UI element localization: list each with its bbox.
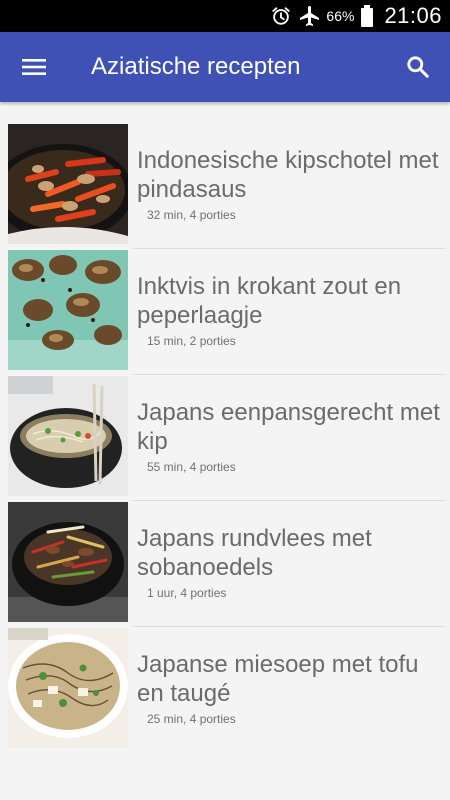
status-bar: 66% 21:06: [0, 0, 450, 32]
recipe-title: Japans rundvlees met sobanoedels: [137, 525, 372, 581]
battery-icon: [360, 4, 374, 28]
recipe-thumbnail: [8, 124, 128, 244]
search-icon: [407, 56, 429, 78]
recipe-thumbnail: [8, 502, 128, 622]
menu-button[interactable]: [14, 47, 54, 87]
battery-percentage: 66%: [326, 8, 355, 24]
recipe-title: Japans eenpansgerecht met kip: [137, 399, 440, 455]
divider: [133, 374, 445, 375]
recipe-title: Inktvis in krokant zout en peperlaagje: [137, 273, 402, 329]
recipe-item[interactable]: Inktvis in krokant zout en peperlaagje 1…: [8, 250, 445, 375]
divider: [133, 626, 445, 627]
airplane-mode-icon: [298, 4, 322, 28]
recipe-thumbnail: [8, 250, 128, 370]
recipe-title: Japanse miesoep met tofu en taugé: [137, 651, 419, 707]
recipe-thumbnail: [8, 376, 128, 496]
page-title: Aziatische recepten: [91, 53, 301, 80]
hamburger-menu-icon: [22, 59, 46, 75]
recipe-item[interactable]: Japanse miesoep met tofu en taugé 25 min…: [8, 628, 445, 753]
status-icons: 66% 21:06: [264, 0, 442, 32]
recipe-meta: 32 min, 4 porties: [147, 208, 236, 222]
recipe-meta: 1 uur, 4 porties: [147, 586, 227, 600]
clock: 21:06: [384, 3, 442, 28]
divider: [133, 248, 445, 249]
alarm-icon: [270, 5, 292, 27]
divider: [133, 500, 445, 501]
recipe-title: Indonesische kipschotel met pindasaus: [137, 147, 439, 203]
recipe-meta: 15 min, 2 porties: [147, 334, 236, 348]
recipe-meta: 25 min, 4 porties: [147, 712, 236, 726]
recipe-item[interactable]: Japans eenpansgerecht met kip 55 min, 4 …: [8, 376, 445, 501]
search-button[interactable]: [398, 47, 438, 87]
recipe-meta: 55 min, 4 porties: [147, 460, 236, 474]
recipe-thumbnail: [8, 628, 128, 748]
recipe-item[interactable]: Indonesische kipschotel met pindasaus 32…: [8, 124, 445, 249]
recipe-item[interactable]: Japans rundvlees met sobanoedels 1 uur, …: [8, 502, 445, 627]
app-bar: Aziatische recepten: [0, 32, 450, 102]
